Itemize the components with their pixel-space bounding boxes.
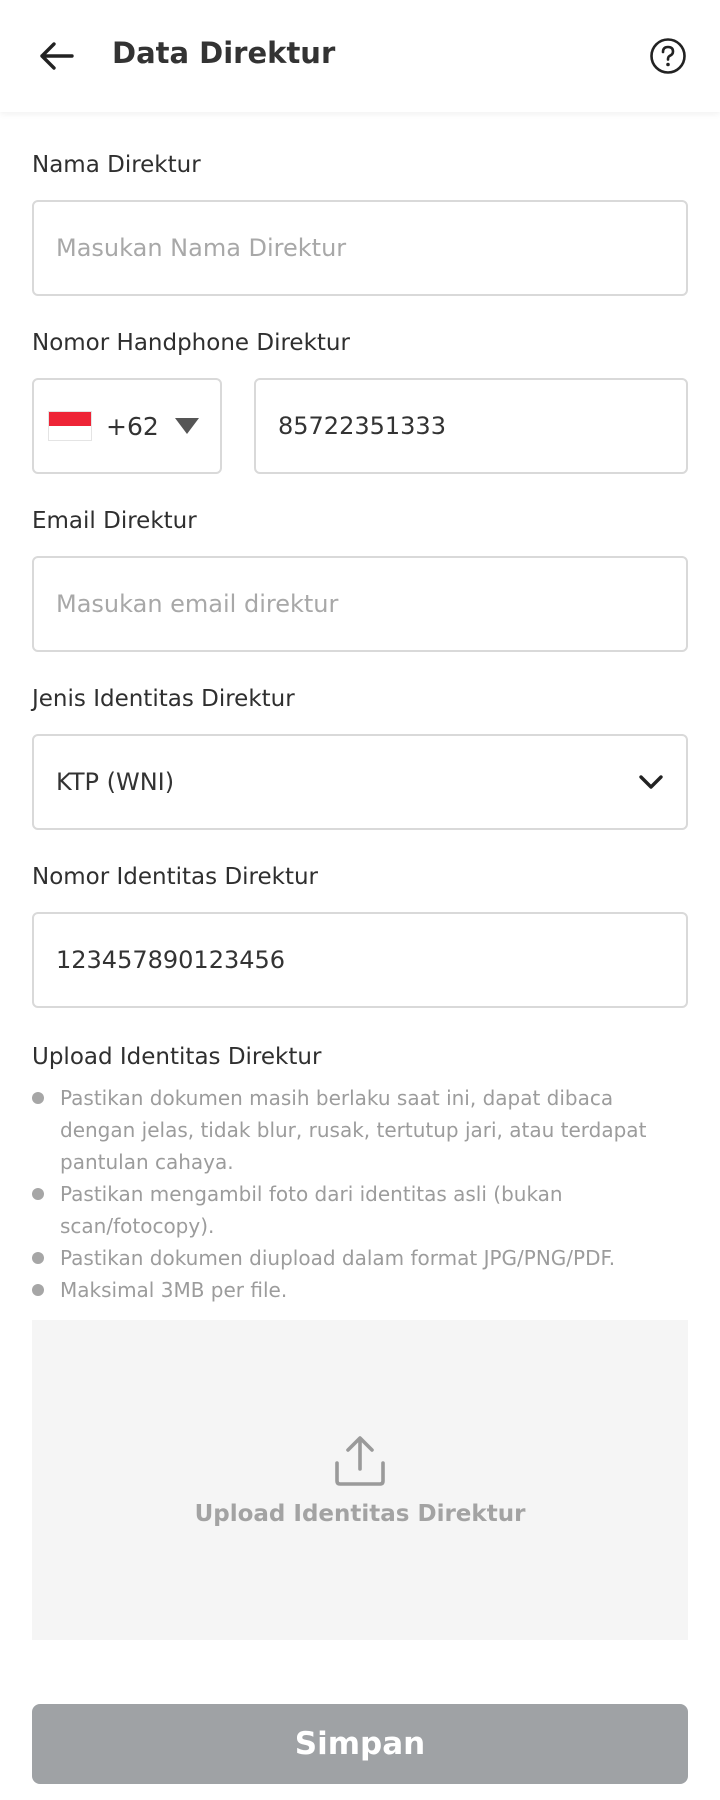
name-label: Nama Direktur bbox=[32, 152, 201, 178]
question-circle-icon bbox=[650, 38, 686, 74]
email-label: Email Direktur bbox=[32, 508, 197, 534]
phone-input[interactable] bbox=[278, 380, 664, 472]
page-title: Data Direktur bbox=[112, 36, 336, 70]
bullet-icon bbox=[32, 1092, 44, 1104]
upload-dropzone[interactable]: Upload Identitas Direktur bbox=[32, 1320, 688, 1640]
bullet-icon bbox=[32, 1188, 44, 1200]
email-input[interactable] bbox=[56, 558, 664, 650]
id-number-input[interactable] bbox=[56, 914, 664, 1006]
dropdown-triangle-icon bbox=[174, 418, 199, 434]
back-button[interactable] bbox=[34, 34, 78, 78]
id-type-select[interactable]: KTP (WNI) bbox=[32, 734, 688, 830]
guideline-item: Pastikan mengambil foto dari identitas a… bbox=[32, 1178, 672, 1242]
save-button[interactable]: Simpan bbox=[32, 1704, 688, 1784]
country-code-select[interactable]: +62 bbox=[32, 378, 222, 474]
bullet-icon bbox=[32, 1252, 44, 1264]
guideline-item: Pastikan dokumen masih berlaku saat ini,… bbox=[32, 1082, 672, 1178]
upload-area-label: Upload Identitas Direktur bbox=[194, 1501, 526, 1527]
upload-guidelines: Pastikan dokumen masih berlaku saat ini,… bbox=[32, 1082, 672, 1306]
arrow-left-icon bbox=[40, 42, 74, 70]
guideline-item: Pastikan dokumen diupload dalam format J… bbox=[32, 1242, 672, 1274]
phone-label: Nomor Handphone Direktur bbox=[32, 330, 350, 356]
bullet-icon bbox=[32, 1284, 44, 1296]
name-input[interactable] bbox=[56, 202, 664, 294]
indonesia-flag-icon bbox=[48, 411, 92, 441]
name-field-box bbox=[32, 200, 688, 296]
upload-icon bbox=[335, 1436, 385, 1486]
id-type-label: Jenis Identitas Direktur bbox=[32, 686, 295, 712]
id-number-field-box bbox=[32, 912, 688, 1008]
chevron-down-icon bbox=[639, 775, 663, 789]
help-button[interactable] bbox=[648, 36, 688, 76]
upload-title: Upload Identitas Direktur bbox=[32, 1044, 322, 1070]
id-type-value: KTP (WNI) bbox=[56, 768, 175, 796]
country-code: +62 bbox=[106, 411, 159, 441]
email-field-box bbox=[32, 556, 688, 652]
id-number-label: Nomor Identitas Direktur bbox=[32, 864, 319, 890]
guideline-item: Maksimal 3MB per file. bbox=[32, 1274, 672, 1306]
phone-field-box bbox=[254, 378, 688, 474]
app-header: Data Direktur bbox=[0, 0, 720, 112]
